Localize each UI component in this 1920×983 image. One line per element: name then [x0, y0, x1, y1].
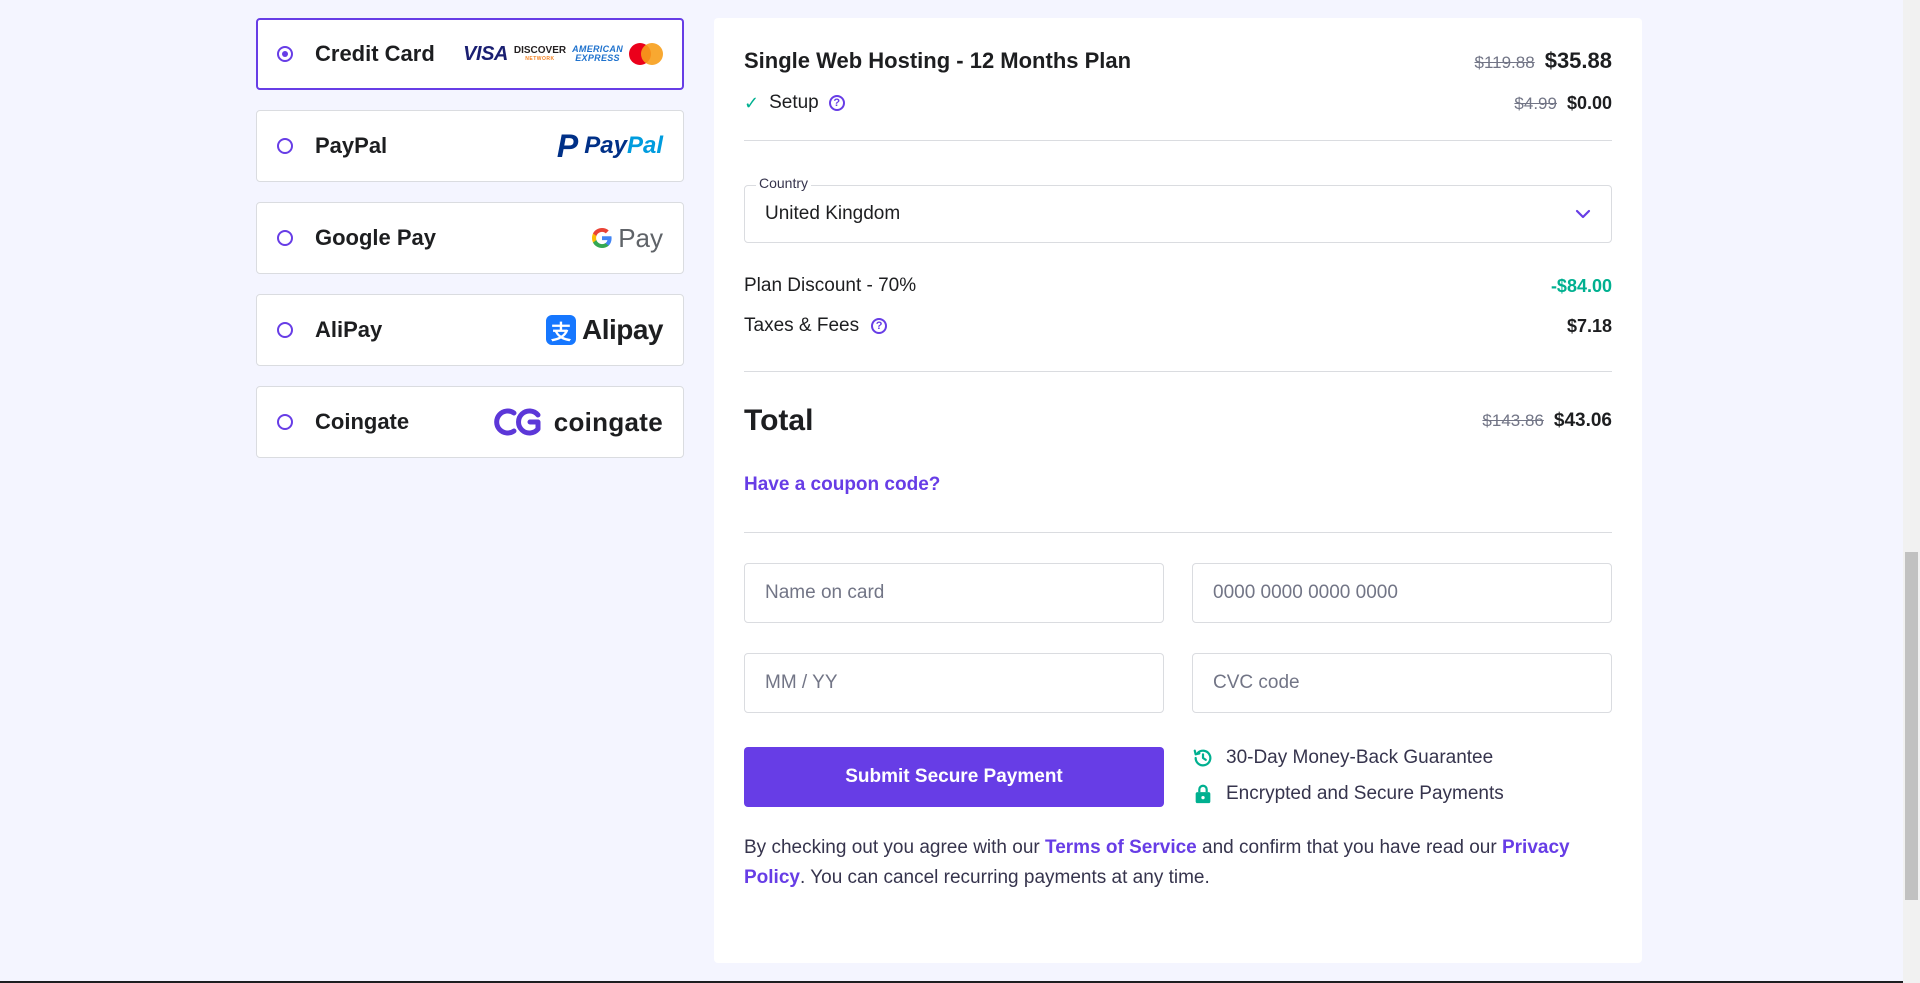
- total-old-price: $143.86: [1482, 411, 1544, 430]
- divider: [744, 532, 1612, 533]
- coingate-logo: coingate: [492, 407, 663, 438]
- total-row: Total $143.86 $43.06: [744, 404, 1612, 438]
- paypal-logo: P PayPal: [556, 128, 663, 164]
- terms-of-service-link[interactable]: Terms of Service: [1045, 837, 1197, 858]
- check-icon: ✓: [744, 92, 760, 113]
- radio-icon[interactable]: [277, 230, 293, 246]
- radio-selected-icon[interactable]: [277, 46, 293, 62]
- country-select[interactable]: Country United Kingdom: [744, 175, 1612, 243]
- card-form: [744, 563, 1612, 713]
- page-scrollbar[interactable]: [1903, 0, 1920, 983]
- mastercard-logo: [629, 43, 663, 65]
- setup-row: ✓ Setup ? $4.99 $0.00: [744, 92, 1612, 114]
- submit-area: Submit Secure Payment 30-Day Money-Back …: [744, 747, 1612, 807]
- radio-icon[interactable]: [277, 414, 293, 430]
- question-circle-icon[interactable]: ?: [871, 318, 888, 334]
- discount-label: Plan Discount - 70%: [744, 275, 917, 296]
- card-number-input[interactable]: [1192, 563, 1612, 623]
- country-value: United Kingdom: [765, 203, 901, 224]
- coingate-mark-icon: [493, 408, 541, 436]
- payment-method-paypal[interactable]: PayPal P PayPal: [256, 110, 684, 182]
- radio-icon[interactable]: [277, 322, 293, 338]
- question-circle-icon[interactable]: ?: [828, 95, 845, 111]
- discover-logo: DISCOVER NETWORK: [513, 45, 567, 63]
- divider: [744, 140, 1612, 141]
- scrollbar-thumb[interactable]: [1905, 552, 1918, 900]
- secure-payments: Encrypted and Secure Payments: [1192, 783, 1504, 805]
- order-summary-card: Single Web Hosting - 12 Months Plan $119…: [714, 18, 1642, 963]
- payment-method-google-pay[interactable]: Google Pay Pay: [256, 202, 684, 274]
- payment-method-label: PayPal: [315, 133, 388, 158]
- taxes-label: Taxes & Fees: [744, 315, 860, 336]
- history-icon: [1193, 749, 1212, 767]
- plan-title: Single Web Hosting - 12 Months Plan: [744, 48, 1132, 73]
- payment-method-label: Credit Card: [315, 41, 435, 66]
- discount-row: Plan Discount - 70% -$84.00: [744, 275, 1612, 297]
- lock-icon: [1195, 784, 1211, 804]
- country-label: Country: [756, 175, 812, 191]
- guarantees-list: 30-Day Money-Back Guarantee Encrypted an…: [1192, 747, 1504, 807]
- plan-row: Single Web Hosting - 12 Months Plan $119…: [744, 48, 1612, 74]
- chevron-down-icon[interactable]: [1575, 209, 1591, 219]
- google-pay-logo: Pay: [590, 223, 663, 254]
- payment-methods-list: Credit Card VISA DISCOVER NETWORK AMERIC…: [256, 18, 684, 478]
- total-new-price: $43.06: [1553, 410, 1612, 431]
- total-label: Total: [744, 404, 814, 437]
- payment-method-label: Google Pay: [315, 225, 437, 250]
- alipay-logo: 支 Alipay: [545, 314, 664, 346]
- setup-label: Setup: [769, 92, 819, 113]
- name-on-card-input[interactable]: [744, 563, 1164, 623]
- setup-new-price: $0.00: [1566, 92, 1612, 113]
- plan-old-price: $119.88: [1474, 53, 1535, 72]
- american-express-logo: AMERICAN EXPRESS: [572, 44, 623, 63]
- taxes-row: Taxes & Fees ? $7.18: [744, 315, 1612, 337]
- setup-old-price: $4.99: [1514, 93, 1557, 113]
- google-g-icon: [592, 228, 612, 248]
- plan-new-price: $35.88: [1544, 48, 1612, 73]
- payment-method-coingate[interactable]: Coingate coingate: [256, 386, 684, 458]
- submit-payment-button[interactable]: Submit Secure Payment: [744, 747, 1164, 807]
- payment-method-alipay[interactable]: AliPay 支 Alipay: [256, 294, 684, 366]
- money-back-guarantee: 30-Day Money-Back Guarantee: [1192, 747, 1504, 769]
- expiry-input[interactable]: [744, 653, 1164, 713]
- card-brands-logos: VISA DISCOVER NETWORK AMERICAN EXPRESS: [463, 43, 663, 66]
- radio-icon[interactable]: [277, 138, 293, 154]
- coupon-code-link[interactable]: Have a coupon code?: [744, 474, 940, 495]
- cvc-input[interactable]: [1192, 653, 1612, 713]
- legal-text: By checking out you agree with our Terms…: [744, 837, 1570, 888]
- payment-method-label: AliPay: [315, 317, 383, 342]
- payment-method-credit-card[interactable]: Credit Card VISA DISCOVER NETWORK AMERIC…: [256, 18, 684, 90]
- discount-value: -$84.00: [1550, 275, 1612, 296]
- payment-method-label: Coingate: [315, 409, 410, 434]
- visa-logo: VISA: [463, 42, 508, 65]
- divider: [744, 371, 1612, 372]
- taxes-value: $7.18: [1566, 315, 1612, 336]
